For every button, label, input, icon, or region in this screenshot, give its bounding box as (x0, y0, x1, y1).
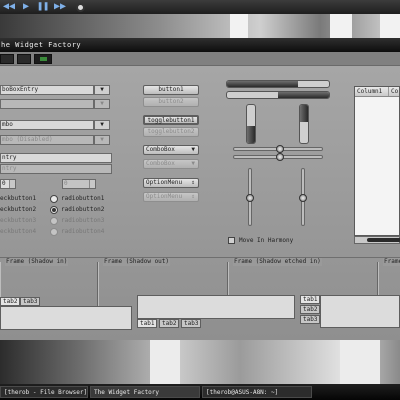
hscale-2-knob[interactable] (276, 153, 284, 161)
top-panel: ◀◀ ▶ ❚❚ ▶▶ (0, 0, 400, 14)
chevron-down-icon: ▼ (191, 146, 195, 153)
spin-button-2: 0 (62, 179, 96, 189)
radiobutton-label-4: radiobutton4 (61, 228, 105, 235)
checkbutton-label-3: eckbutton3 (0, 217, 37, 224)
pause-icon[interactable]: ❚❚ (36, 0, 50, 14)
frame-title: Frame (Shadow in) (5, 258, 69, 266)
window-titlebar[interactable]: he Widget Factory (0, 38, 400, 52)
radiobutton-4 (50, 228, 58, 236)
play-icon[interactable]: ▶ (19, 0, 33, 14)
progress-bar-vertical-2 (299, 104, 309, 144)
radiobutton-3 (50, 217, 58, 225)
progress-bar-vertical-1 (246, 104, 256, 144)
combo-box-disabled: mbo (Disabled) (0, 135, 94, 145)
tree-view[interactable]: Column1 Co (354, 86, 400, 236)
desktop-wallpaper-bottom (0, 340, 400, 384)
notebook-1-tab-3[interactable]: tab3 (20, 297, 41, 306)
radiobutton-label-1[interactable]: radiobutton1 (61, 195, 104, 203)
vscale-1-knob[interactable] (246, 194, 254, 202)
progress-fill (278, 92, 329, 98)
frame-title: Frame (Shadow etched in) (233, 258, 322, 266)
taskbar: [therob - File Browser] The Widget Facto… (0, 384, 400, 400)
option-menu-2: OptionMenu ⇕ (143, 192, 199, 202)
text-entry-disabled: ntry (0, 164, 112, 174)
column-header-2[interactable]: Co (389, 87, 399, 96)
progress-bar-horizontal-2 (226, 91, 330, 99)
desktop-wallpaper-top (0, 14, 400, 38)
task-terminal[interactable]: [therob@ASUS-A8N: ~] (202, 386, 312, 398)
column-header-1[interactable]: Column1 (355, 87, 389, 96)
spin-arrows-icon (89, 180, 95, 188)
notebook-2-tab-1[interactable]: tab1 (137, 319, 158, 328)
spin-arrows-icon[interactable] (9, 180, 15, 188)
frame-title: Frame (Shadow out) (103, 258, 171, 266)
radiobutton-label-3: radiobutton3 (61, 217, 105, 224)
checkbutton-label-1[interactable]: eckbutton1 (0, 195, 36, 203)
vscale-2-knob[interactable] (299, 194, 307, 202)
combobox-2: ComboBox ▼ (143, 159, 199, 169)
chevron-down-icon: ▼ (191, 160, 195, 167)
combo-box[interactable]: mbo (0, 120, 94, 130)
scrollbar-thumb[interactable] (367, 238, 400, 242)
text-entry[interactable]: ntry (0, 153, 112, 163)
progress-fill (227, 81, 299, 87)
next-icon[interactable]: ▶▶ (53, 0, 67, 14)
window-content: boBoxEntry ▼ ▼ mbo ▼ mbo (Disabled) ▼ nt… (0, 66, 400, 340)
progress-fill (300, 105, 308, 123)
toolbar-button-2[interactable] (17, 53, 31, 64)
toolbar-button-3[interactable] (34, 53, 52, 64)
updown-icon: ⇕ (191, 179, 195, 186)
combo-box-entry-disabled (0, 99, 94, 109)
button-1[interactable]: button1 (143, 85, 199, 95)
hscale-1-knob[interactable] (276, 145, 284, 153)
checkbutton-label-2[interactable]: eckbutton2 (0, 206, 36, 214)
notebook-2-page (137, 295, 295, 319)
task-widget-factory[interactable]: The Widget Factory (90, 386, 200, 398)
notebook-2-tab-2[interactable]: tab2 (159, 319, 180, 328)
combo-box-entry[interactable]: boBoxEntry (0, 85, 94, 95)
toolbar-button-1[interactable] (0, 53, 14, 64)
combo-box-entry-arrow[interactable]: ▼ (94, 85, 110, 95)
record-icon[interactable] (76, 2, 85, 12)
tree-view-header: Column1 Co (355, 87, 399, 97)
notebook-2-tab-3[interactable]: tab3 (181, 319, 202, 328)
radiobutton-2[interactable] (50, 206, 58, 214)
spin-button-1[interactable]: 0 (0, 179, 16, 189)
radiobutton-1[interactable] (50, 195, 58, 203)
frame-title: Frame (383, 258, 400, 266)
progress-fill (247, 125, 255, 143)
window-title: he Widget Factory (1, 41, 82, 49)
widget-factory-window: he Widget Factory boBoxEntry ▼ ▼ mbo ▼ m… (0, 38, 400, 340)
combo-box-arrow[interactable]: ▼ (94, 120, 110, 130)
previous-icon[interactable]: ◀◀ (2, 0, 16, 14)
notebook-3-page (320, 295, 400, 328)
updown-icon: ⇕ (191, 193, 195, 200)
progress-bar-horizontal-1 (226, 80, 330, 88)
toggle-button-1[interactable]: togglebutton1 (143, 115, 199, 125)
notebook-3-tab-2[interactable]: tab2 (300, 305, 320, 314)
task-file-browser[interactable]: [therob - File Browser] (0, 386, 88, 398)
tree-view-hscrollbar[interactable] (354, 236, 400, 244)
combo-box-entry-disabled-arrow: ▼ (94, 99, 110, 109)
notebook-3-tab-3[interactable]: tab3 (300, 315, 320, 324)
move-in-harmony-label[interactable]: Move In Harmony (239, 237, 293, 245)
radiobutton-label-2[interactable]: radiobutton2 (61, 206, 104, 214)
notebook-3-tab-1[interactable]: tab1 (300, 295, 320, 304)
toggle-button-2: togglebutton2 (143, 127, 199, 137)
move-in-harmony-checkbox[interactable] (228, 237, 235, 244)
combo-box-disabled-arrow: ▼ (94, 135, 110, 145)
notebook-1-tab-2[interactable]: tab2 (0, 297, 21, 306)
toolbar (0, 52, 400, 66)
button-2: button2 (143, 97, 199, 107)
checkbutton-label-4: eckbutton4 (0, 228, 37, 235)
notebook-1-page (0, 306, 132, 330)
option-menu-1[interactable]: OptionMenu ⇕ (143, 178, 199, 188)
combobox-1[interactable]: ComboBox ▼ (143, 145, 199, 155)
